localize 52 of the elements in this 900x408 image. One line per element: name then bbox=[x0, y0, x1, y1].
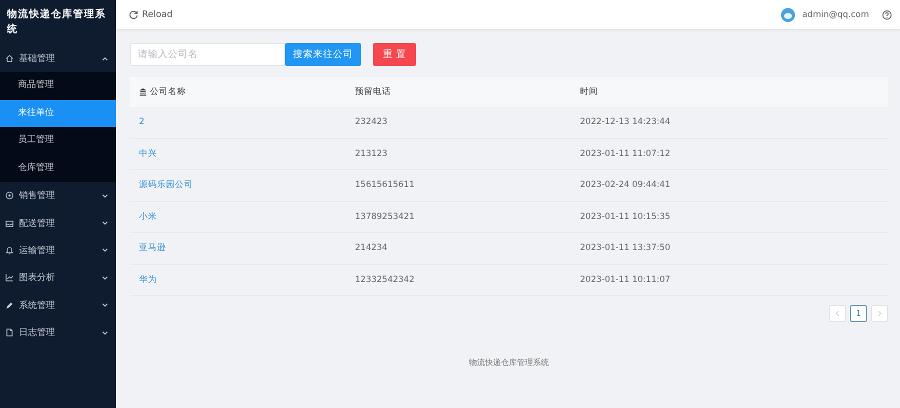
chart-icon bbox=[5, 273, 14, 282]
pencil-icon bbox=[5, 300, 14, 310]
table-cell-text: 232423 bbox=[354, 117, 388, 128]
table-cell-text: 2023-01-11 10:11:07 bbox=[579, 274, 672, 285]
table-cell-text: 12332542342 bbox=[354, 274, 416, 285]
table-cell-text: 2023-01-11 10:15:35 bbox=[579, 212, 672, 222]
table-cell-text: 2023-01-11 11:07:12 bbox=[579, 148, 672, 159]
table-cell-text: 2022-12-13 14:23:44 bbox=[579, 117, 672, 128]
menu-item[interactable]: 员工管理 bbox=[0, 127, 116, 155]
menu-group[interactable]: 基础管理 bbox=[0, 45, 116, 72]
chevron-icon bbox=[102, 221, 108, 226]
table-cell-text: 15615615611 bbox=[354, 180, 416, 190]
reload-button[interactable]: Reload bbox=[129, 10, 173, 20]
menu-group[interactable]: 图表分析 bbox=[0, 264, 116, 292]
chevron-icon bbox=[102, 56, 108, 61]
menu-group[interactable]: 运输管理 bbox=[0, 236, 116, 264]
chevron-icon bbox=[102, 276, 108, 280]
menu-group[interactable]: 销售管理 bbox=[0, 182, 116, 210]
chevron-icon bbox=[102, 303, 108, 308]
avatar-icon[interactable] bbox=[781, 8, 796, 22]
house-icon bbox=[5, 54, 14, 64]
table-cell-text: 2023-02-24 09:44:41 bbox=[579, 180, 672, 190]
chevron-icon bbox=[102, 330, 108, 335]
column-title: 预留电话 bbox=[355, 86, 391, 98]
table-cell-text: 2023-01-11 13:37:50 bbox=[579, 243, 672, 254]
reload-icon bbox=[129, 10, 138, 19]
bank-icon bbox=[139, 88, 147, 96]
column-title: 时间 bbox=[580, 86, 598, 98]
company-search-field[interactable]: 请输入公司名 bbox=[130, 43, 285, 66]
circle-icon bbox=[5, 191, 14, 200]
bell-icon bbox=[5, 246, 14, 255]
page-button[interactable]: 1 bbox=[850, 305, 867, 322]
chevron-right-icon bbox=[877, 310, 882, 317]
menu-group[interactable]: 日志管理 bbox=[0, 318, 116, 346]
table-cell-text: 213123 bbox=[354, 148, 388, 159]
chevron-left-icon bbox=[835, 310, 840, 317]
tray-icon bbox=[5, 218, 14, 228]
menu-item[interactable]: 仓库管理 bbox=[0, 154, 116, 182]
table-cell-text: 13789253421 bbox=[354, 212, 416, 222]
help-icon[interactable] bbox=[882, 10, 892, 20]
app-title: 物流快递仓库管理系统 bbox=[6, 7, 107, 37]
table-cell-text: 214234 bbox=[354, 243, 388, 254]
reset-button[interactable]: 重 置 bbox=[373, 43, 416, 66]
footer-text: 物流快递仓库管理系统 bbox=[468, 357, 550, 368]
menu-group[interactable]: 配送管理 bbox=[0, 209, 116, 237]
chevron-icon bbox=[102, 194, 108, 198]
menu-item[interactable]: 商品管理 bbox=[0, 72, 116, 100]
menu-group[interactable]: 系统管理 bbox=[0, 292, 116, 319]
file-icon bbox=[5, 328, 14, 338]
column-title: 公司名称 bbox=[150, 86, 186, 98]
chevron-icon bbox=[102, 248, 108, 252]
user-email[interactable]: admin@qq.com bbox=[802, 10, 869, 20]
